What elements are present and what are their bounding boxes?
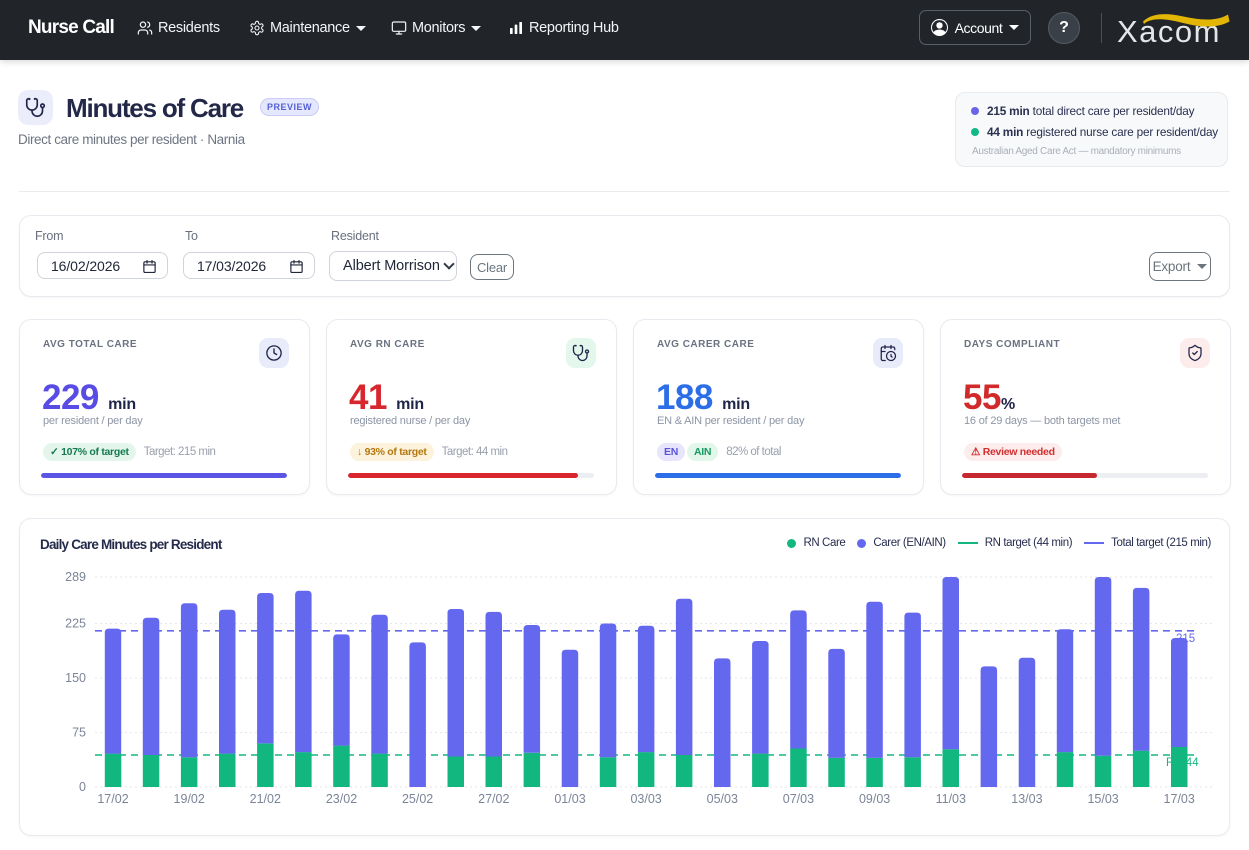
svg-text:03/03: 03/03 [630, 792, 661, 806]
svg-text:07/03: 07/03 [783, 792, 814, 806]
svg-text:17/02: 17/02 [97, 792, 128, 806]
svg-text:27/02: 27/02 [478, 792, 509, 806]
svg-text:23/02: 23/02 [326, 792, 357, 806]
svg-text:09/03: 09/03 [859, 792, 890, 806]
svg-text:150: 150 [65, 671, 86, 685]
svg-text:05/03: 05/03 [707, 792, 738, 806]
svg-text:15/03: 15/03 [1087, 792, 1118, 806]
svg-text:17/03: 17/03 [1164, 792, 1195, 806]
svg-text:19/02: 19/02 [174, 792, 205, 806]
svg-text:25/02: 25/02 [402, 792, 433, 806]
svg-text:13/03: 13/03 [1011, 792, 1042, 806]
svg-text:11/03: 11/03 [936, 792, 966, 806]
svg-text:01/03: 01/03 [554, 792, 585, 806]
svg-text:0: 0 [79, 780, 86, 794]
svg-text:289: 289 [65, 570, 86, 584]
svg-text:225: 225 [65, 617, 86, 631]
svg-text:21/02: 21/02 [250, 792, 281, 806]
svg-text:75: 75 [72, 726, 86, 740]
